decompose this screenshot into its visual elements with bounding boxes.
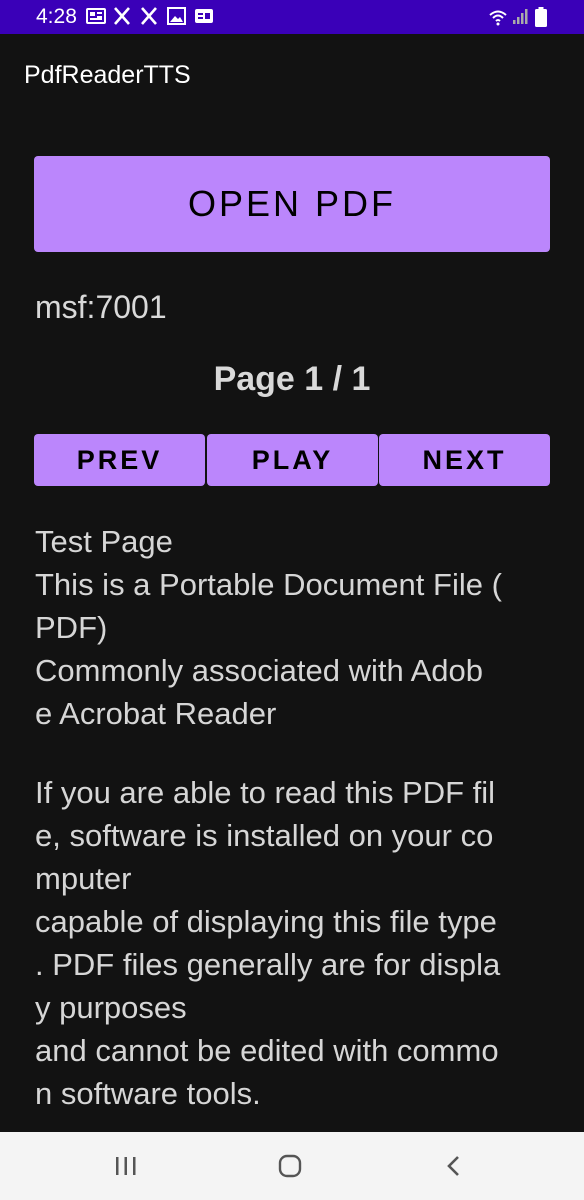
pdf-text-line: PDF) [35, 610, 108, 645]
next-button[interactable]: NEXT [379, 434, 550, 486]
back-icon[interactable] [434, 1150, 474, 1182]
status-time: 4:28 [36, 5, 77, 28]
pdf-text-line: y purposes [35, 990, 187, 1025]
cellular-signal-icon [512, 7, 530, 27]
pdf-text-line: Commonly associated with Adob [35, 653, 484, 688]
open-pdf-button[interactable]: OPEN PDF [34, 156, 550, 252]
app-bar: PdfReaderTTS [0, 34, 584, 116]
status-bar: 4:28 [0, 0, 584, 34]
pdf-text-line: and cannot be edited with commo [35, 1033, 499, 1068]
system-nav-bar [0, 1132, 584, 1200]
recents-icon[interactable] [106, 1150, 146, 1182]
play-button[interactable]: PLAY [207, 434, 378, 486]
page-nav-row: PREV PLAY NEXT [34, 434, 550, 486]
battery-icon [535, 7, 547, 27]
pdf-text-line: n software tools. [35, 1076, 261, 1111]
pdf-text-line: capable of displaying this file type [35, 904, 497, 939]
x-logo-icon [113, 7, 131, 27]
prev-button-label: PREV [76, 444, 163, 475]
pdf-text-line: mputer [35, 861, 132, 896]
pdf-text-blank-line [35, 735, 555, 771]
pdf-text-line: e Acrobat Reader [35, 696, 277, 731]
newspaper-icon [86, 7, 106, 27]
x-logo-icon [140, 7, 158, 27]
page-indicator: Page 1 / 1 [213, 360, 371, 398]
home-icon[interactable] [270, 1150, 310, 1182]
file-uri-label: msf:7001 [35, 289, 167, 325]
pdf-text-line: If you are able to read this PDF fil [35, 775, 496, 810]
app-title: PdfReaderTTS [24, 61, 191, 89]
play-button-label: PLAY [251, 444, 334, 475]
pdf-text-line: e, software is installed on your co [35, 818, 494, 853]
g-news-icon [194, 7, 214, 27]
image-icon [167, 7, 186, 27]
pdf-text-line: . PDF files generally are for displa [35, 947, 501, 982]
next-button-label: NEXT [422, 444, 507, 475]
wifi-icon [488, 7, 508, 27]
pdf-text-line: This is a Portable Document File ( [35, 567, 502, 602]
open-pdf-button-label: OPEN PDF [187, 183, 397, 224]
screen: 4:28 PdfReaderTTS OPEN PDF msf:7001 Page… [0, 0, 584, 1200]
pdf-text-content: Test Page This is a Portable Document Fi… [35, 520, 555, 1115]
pdf-text-line: Test Page [35, 524, 173, 559]
prev-button[interactable]: PREV [34, 434, 205, 486]
